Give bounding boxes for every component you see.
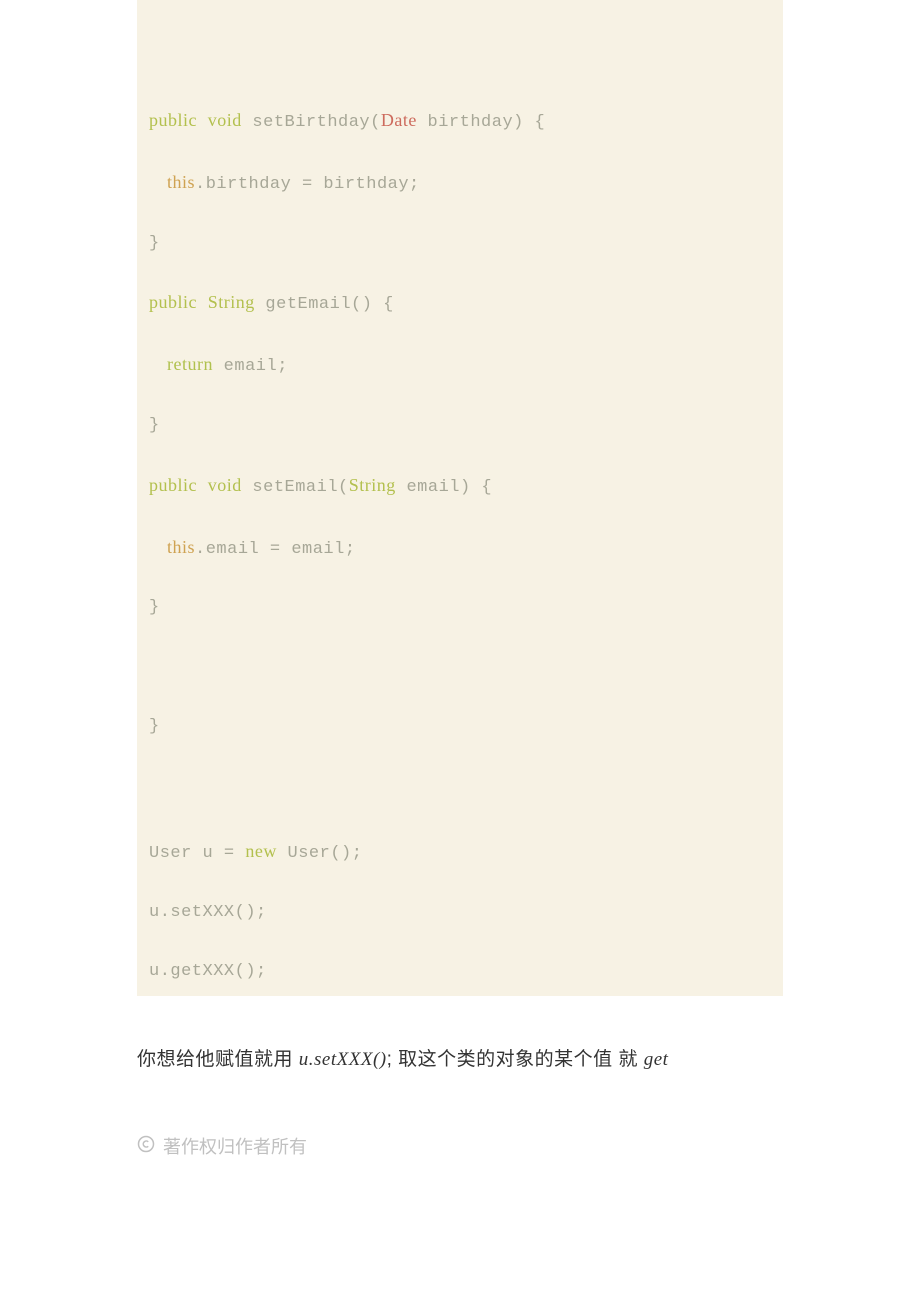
keyword-void: void xyxy=(208,110,242,130)
code-line: public String getEmail() { xyxy=(149,255,771,317)
keyword-public: public xyxy=(149,110,197,130)
type-date: Date xyxy=(381,110,417,130)
keyword-void: void xyxy=(208,475,242,495)
keyword-return: return xyxy=(167,354,213,374)
keyword-public: public xyxy=(149,475,197,495)
code-text: u.setXXX(); xyxy=(149,903,267,922)
brace: } xyxy=(149,717,160,736)
code-text: .birthday = birthday; xyxy=(195,175,420,194)
code-text: u.getXXX(); xyxy=(149,962,267,981)
keyword-public: public xyxy=(149,292,197,312)
explanation-text: 你想给他赋值就用 u.setXXX(); 取这个类的对象的某个值 就 get xyxy=(137,1044,783,1071)
copyright-icon xyxy=(137,1135,155,1158)
type-string: String xyxy=(208,292,255,312)
code-line: } xyxy=(149,379,771,438)
code-line: } xyxy=(149,197,771,256)
code-text: getEmail() { xyxy=(255,295,394,314)
keyword-new: new xyxy=(245,841,277,861)
explain-text: 你想给他赋值就用 xyxy=(137,1049,299,1070)
code-line: u.setXXX(); xyxy=(149,866,771,925)
code-text: User u = xyxy=(149,844,245,863)
code-line: this.email = email; xyxy=(149,500,771,562)
code-line: public void setBirthday(Date birthday) { xyxy=(149,0,771,135)
code-text: setEmail( xyxy=(242,478,349,497)
keyword-this: this xyxy=(167,172,195,192)
code-text: email) { xyxy=(396,478,492,497)
code-line: return email; xyxy=(149,317,771,379)
brace: } xyxy=(149,416,160,435)
code-line: this.birthday = birthday; xyxy=(149,135,771,197)
code-line: u.getXXX(); xyxy=(149,925,771,984)
code-line: public void setEmail(String email) { xyxy=(149,438,771,500)
explain-italic: get xyxy=(644,1049,669,1070)
brace: } xyxy=(149,234,160,253)
code-text: setBirthday( xyxy=(242,113,381,132)
brace: } xyxy=(149,598,160,617)
code-text: User(); xyxy=(277,844,363,863)
keyword-this: this xyxy=(167,537,195,557)
copyright-text: 著作权归作者所有 xyxy=(163,1133,307,1159)
code-line: } xyxy=(149,620,771,739)
code-line: } xyxy=(149,561,771,620)
explain-italic: u.setXXX() xyxy=(299,1049,387,1070)
code-block: public void setBirthday(Date birthday) {… xyxy=(137,0,783,996)
code-text: birthday) { xyxy=(417,113,545,132)
copyright-line: 著作权归作者所有 xyxy=(137,1133,783,1159)
code-line: User u = new User(); xyxy=(149,739,771,866)
code-text: email; xyxy=(213,357,288,376)
type-string: String xyxy=(349,475,396,495)
code-text: .email = email; xyxy=(195,540,356,559)
explain-text: ; 取这个类的对象的某个值 就 xyxy=(387,1049,644,1070)
